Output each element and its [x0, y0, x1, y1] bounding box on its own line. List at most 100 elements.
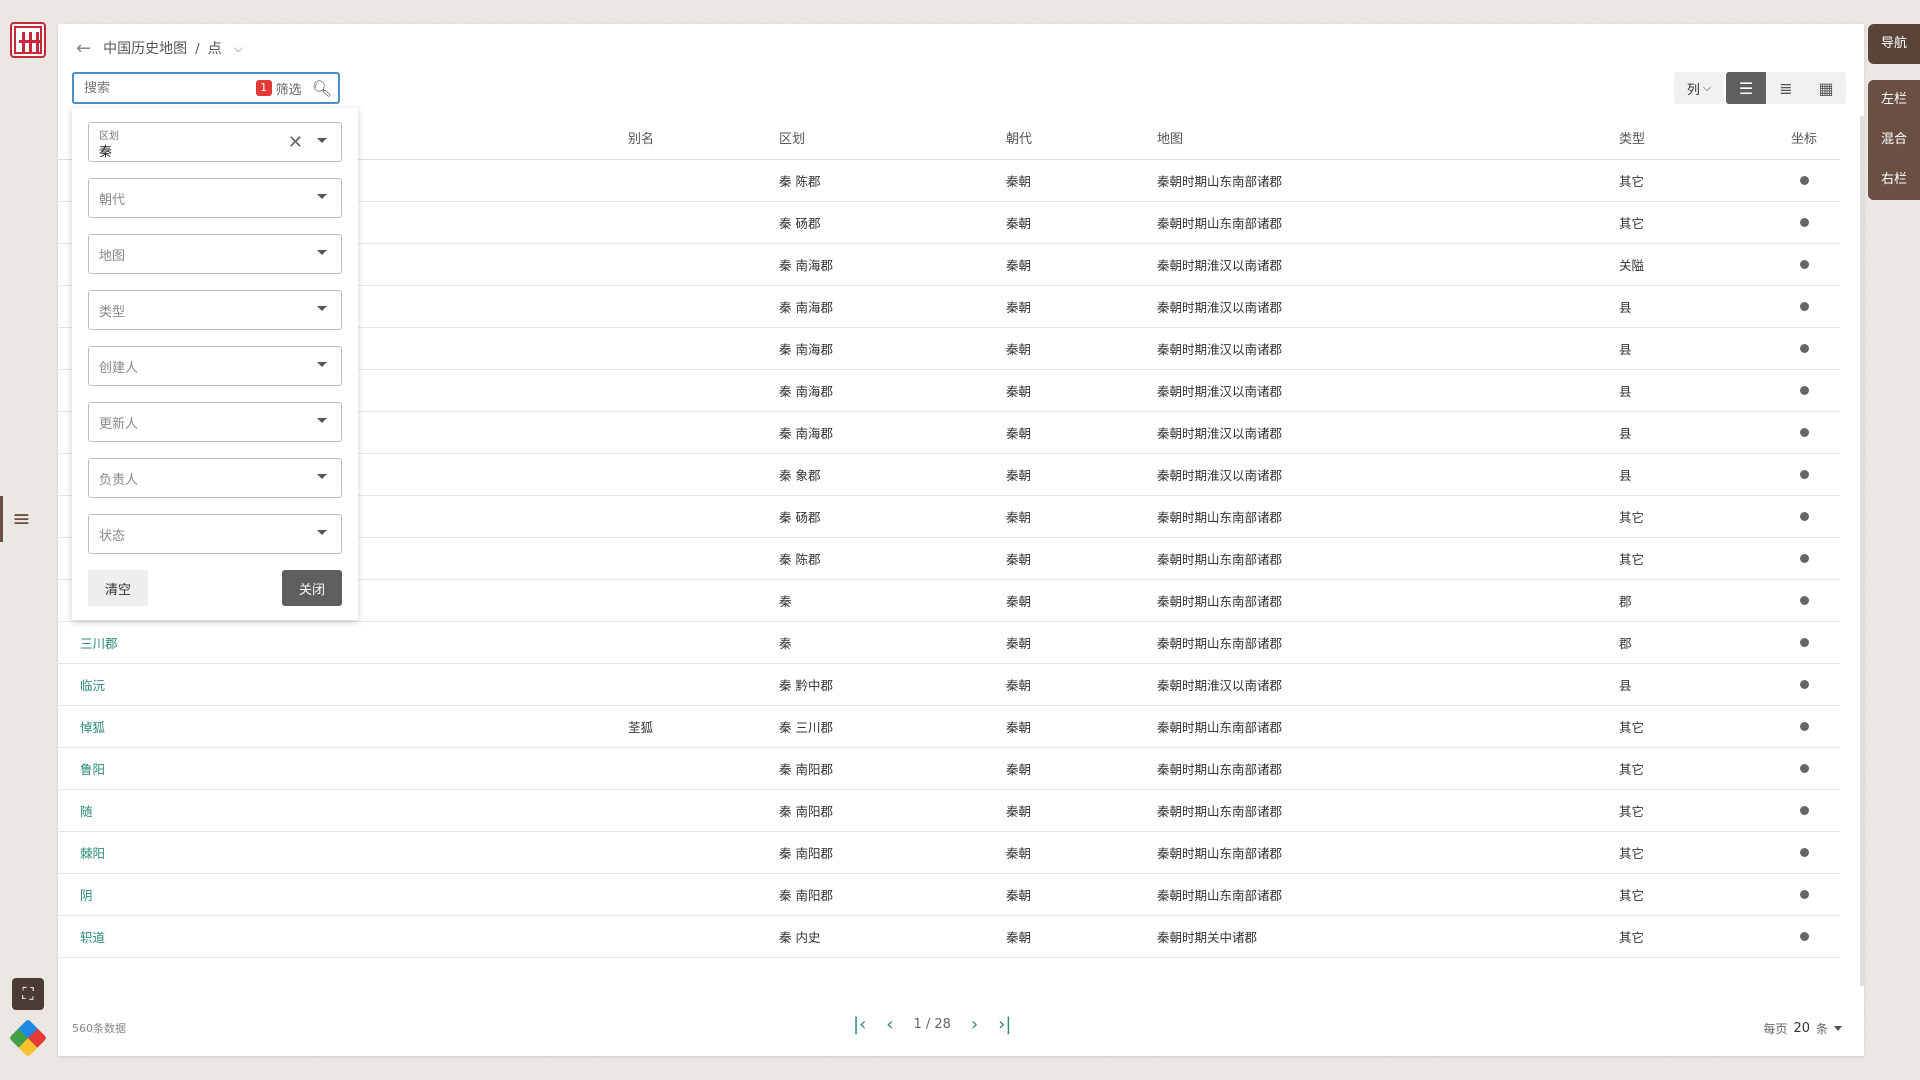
status-select[interactable]: 状态	[88, 514, 342, 554]
cell-coord[interactable]	[1769, 467, 1839, 482]
map-select[interactable]: 地图	[88, 234, 342, 274]
cell-coord[interactable]	[1769, 887, 1839, 902]
table-row[interactable]: 阴 秦 南阳郡 秦朝 秦朝时期山东南部诸郡 其它	[58, 874, 1840, 916]
cell-coord[interactable]	[1769, 425, 1839, 440]
cell-coord[interactable]	[1769, 845, 1839, 860]
back-arrow-icon[interactable]: ←	[76, 38, 91, 59]
cell-name[interactable]: 三川郡	[58, 633, 628, 652]
table-row[interactable]: 轵道 秦 内史 秦朝 秦朝时期关中诸郡 其它	[58, 916, 1840, 958]
search-icon[interactable]: 🔍︎	[312, 79, 332, 98]
cell-name[interactable]: 随	[58, 801, 628, 820]
cell-dynasty: 秦朝	[1006, 720, 1032, 735]
cell-name[interactable]: 轵道	[58, 927, 628, 946]
cell-coord[interactable]	[1769, 257, 1839, 272]
cell-dynasty: 秦朝	[1006, 846, 1032, 861]
region-select[interactable]: 区划 秦 ✕	[88, 122, 342, 162]
cell-dynasty: 秦朝	[1006, 930, 1032, 945]
cell-coord[interactable]	[1769, 215, 1839, 230]
owner-select[interactable]: 负责人	[88, 458, 342, 498]
cell-coord[interactable]	[1769, 719, 1839, 734]
search-input[interactable]	[84, 80, 256, 96]
first-page-icon[interactable]: |‹	[853, 1014, 866, 1035]
per-page-select[interactable]: 每页 20 条	[1763, 1020, 1842, 1037]
prev-page-icon[interactable]: ‹	[886, 1014, 893, 1035]
cell-name[interactable]: 临沅	[58, 675, 628, 694]
scrollbar[interactable]	[1860, 116, 1864, 986]
tab-right[interactable]: 右栏	[1868, 160, 1920, 200]
cell-coord[interactable]	[1769, 551, 1839, 566]
cell-coord[interactable]	[1769, 761, 1839, 776]
cell-coord[interactable]	[1769, 173, 1839, 188]
cell-coord[interactable]	[1769, 677, 1839, 692]
updater-select[interactable]: 更新人	[88, 402, 342, 442]
detail-list-view-icon[interactable]: ≣	[1766, 72, 1806, 104]
dynasty-select[interactable]: 朝代	[88, 178, 342, 218]
table-row[interactable]: 随 秦 南阳郡 秦朝 秦朝时期山东南部诸郡 其它	[58, 790, 1840, 832]
per-page-value: 20	[1793, 1021, 1810, 1036]
chevron-down-icon[interactable]: ⌵	[234, 41, 243, 56]
grid-view-icon[interactable]: ▦	[1806, 72, 1846, 104]
tab-mixed[interactable]: 混合	[1868, 120, 1920, 160]
creator-placeholder: 创建人	[99, 360, 139, 376]
pagination: |‹ ‹ 1 / 28 › ›|	[853, 1014, 1011, 1035]
table-row[interactable]: 棘阳 秦 南阳郡 秦朝 秦朝时期山东南部诸郡 其它	[58, 832, 1840, 874]
cell-coord[interactable]	[1769, 299, 1839, 314]
cell-coord[interactable]	[1769, 593, 1839, 608]
breadcrumb-root[interactable]: 中国历史地图	[103, 41, 187, 57]
cell-map: 秦朝时期山东南部诸郡	[1157, 510, 1283, 525]
type-select[interactable]: 类型	[88, 290, 342, 330]
cell-coord[interactable]	[1769, 509, 1839, 524]
creator-select[interactable]: 创建人	[88, 346, 342, 386]
table-row[interactable]: 悼狐 荃狐 秦 三川郡 秦朝 秦朝时期山东南部诸郡 其它	[58, 706, 1840, 748]
theme-colors-icon[interactable]	[8, 1018, 48, 1058]
cell-name[interactable]: 悼狐	[58, 717, 628, 736]
cell-coord[interactable]	[1769, 635, 1839, 650]
cell-coord[interactable]	[1769, 383, 1839, 398]
location-dot-icon	[1799, 806, 1809, 815]
location-dot-icon	[1799, 428, 1809, 437]
fullscreen-icon[interactable]: ⛶	[12, 978, 44, 1010]
cell-coord[interactable]	[1769, 929, 1839, 944]
cell-region: 秦 三川郡	[779, 720, 833, 735]
columns-button[interactable]: 列 ⌵	[1674, 72, 1724, 104]
header-coord[interactable]: 坐标	[1769, 128, 1839, 147]
breadcrumb-current: 点	[207, 41, 222, 57]
header-type[interactable]: 类型	[1619, 128, 1769, 147]
tab-nav[interactable]: 导航	[1868, 24, 1920, 64]
columns-label: 列	[1686, 82, 1700, 98]
cell-name[interactable]: 棘阳	[58, 843, 628, 862]
filter-panel: 区划 秦 ✕ 朝代 地图 类型 创建人 更新人 负责人 状态 清空 关闭	[72, 108, 358, 620]
cell-type: 县	[1619, 300, 1632, 315]
location-dot-icon	[1799, 764, 1809, 773]
right-tabs: 导航 左栏 混合 右栏	[1868, 24, 1920, 200]
cell-coord[interactable]	[1769, 341, 1839, 356]
filter-toggle[interactable]: 筛选	[276, 79, 302, 98]
header-region[interactable]: 区划	[779, 128, 1006, 147]
caret-down-icon	[317, 306, 327, 311]
cell-coord[interactable]	[1769, 803, 1839, 818]
cell-type: 县	[1619, 468, 1632, 483]
header-map[interactable]: 地图	[1157, 128, 1619, 147]
cell-name[interactable]: 鲁阳	[58, 759, 628, 778]
header-alias[interactable]: 别名	[628, 128, 779, 147]
menu-icon[interactable]: ≡	[0, 496, 40, 542]
cell-region: 秦 砀郡	[779, 510, 821, 525]
clear-button[interactable]: 清空	[88, 570, 148, 606]
cell-dynasty: 秦朝	[1006, 552, 1032, 567]
header-dynasty[interactable]: 朝代	[1006, 128, 1157, 147]
last-page-icon[interactable]: ›|	[998, 1014, 1011, 1035]
table-row[interactable]: 临沅 秦 黔中郡 秦朝 秦朝时期淮汉以南诸郡 县	[58, 664, 1840, 706]
location-dot-icon	[1799, 596, 1809, 605]
close-icon[interactable]: ✕	[288, 132, 303, 153]
cell-name[interactable]: 阴	[58, 885, 628, 904]
cell-map: 秦朝时期淮汉以南诸郡	[1157, 342, 1283, 357]
tab-left[interactable]: 左栏	[1868, 80, 1920, 120]
table-row[interactable]: 三川郡 秦 秦朝 秦朝时期山东南部诸郡 郡	[58, 622, 1840, 664]
next-page-icon[interactable]: ›	[971, 1014, 978, 1035]
app-logo[interactable]	[10, 22, 46, 58]
location-dot-icon	[1799, 722, 1809, 731]
list-view-icon[interactable]: ☰	[1726, 72, 1766, 104]
close-button[interactable]: 关闭	[282, 570, 342, 606]
cell-region: 秦 南阳郡	[779, 888, 833, 903]
table-row[interactable]: 鲁阳 秦 南阳郡 秦朝 秦朝时期山东南部诸郡 其它	[58, 748, 1840, 790]
